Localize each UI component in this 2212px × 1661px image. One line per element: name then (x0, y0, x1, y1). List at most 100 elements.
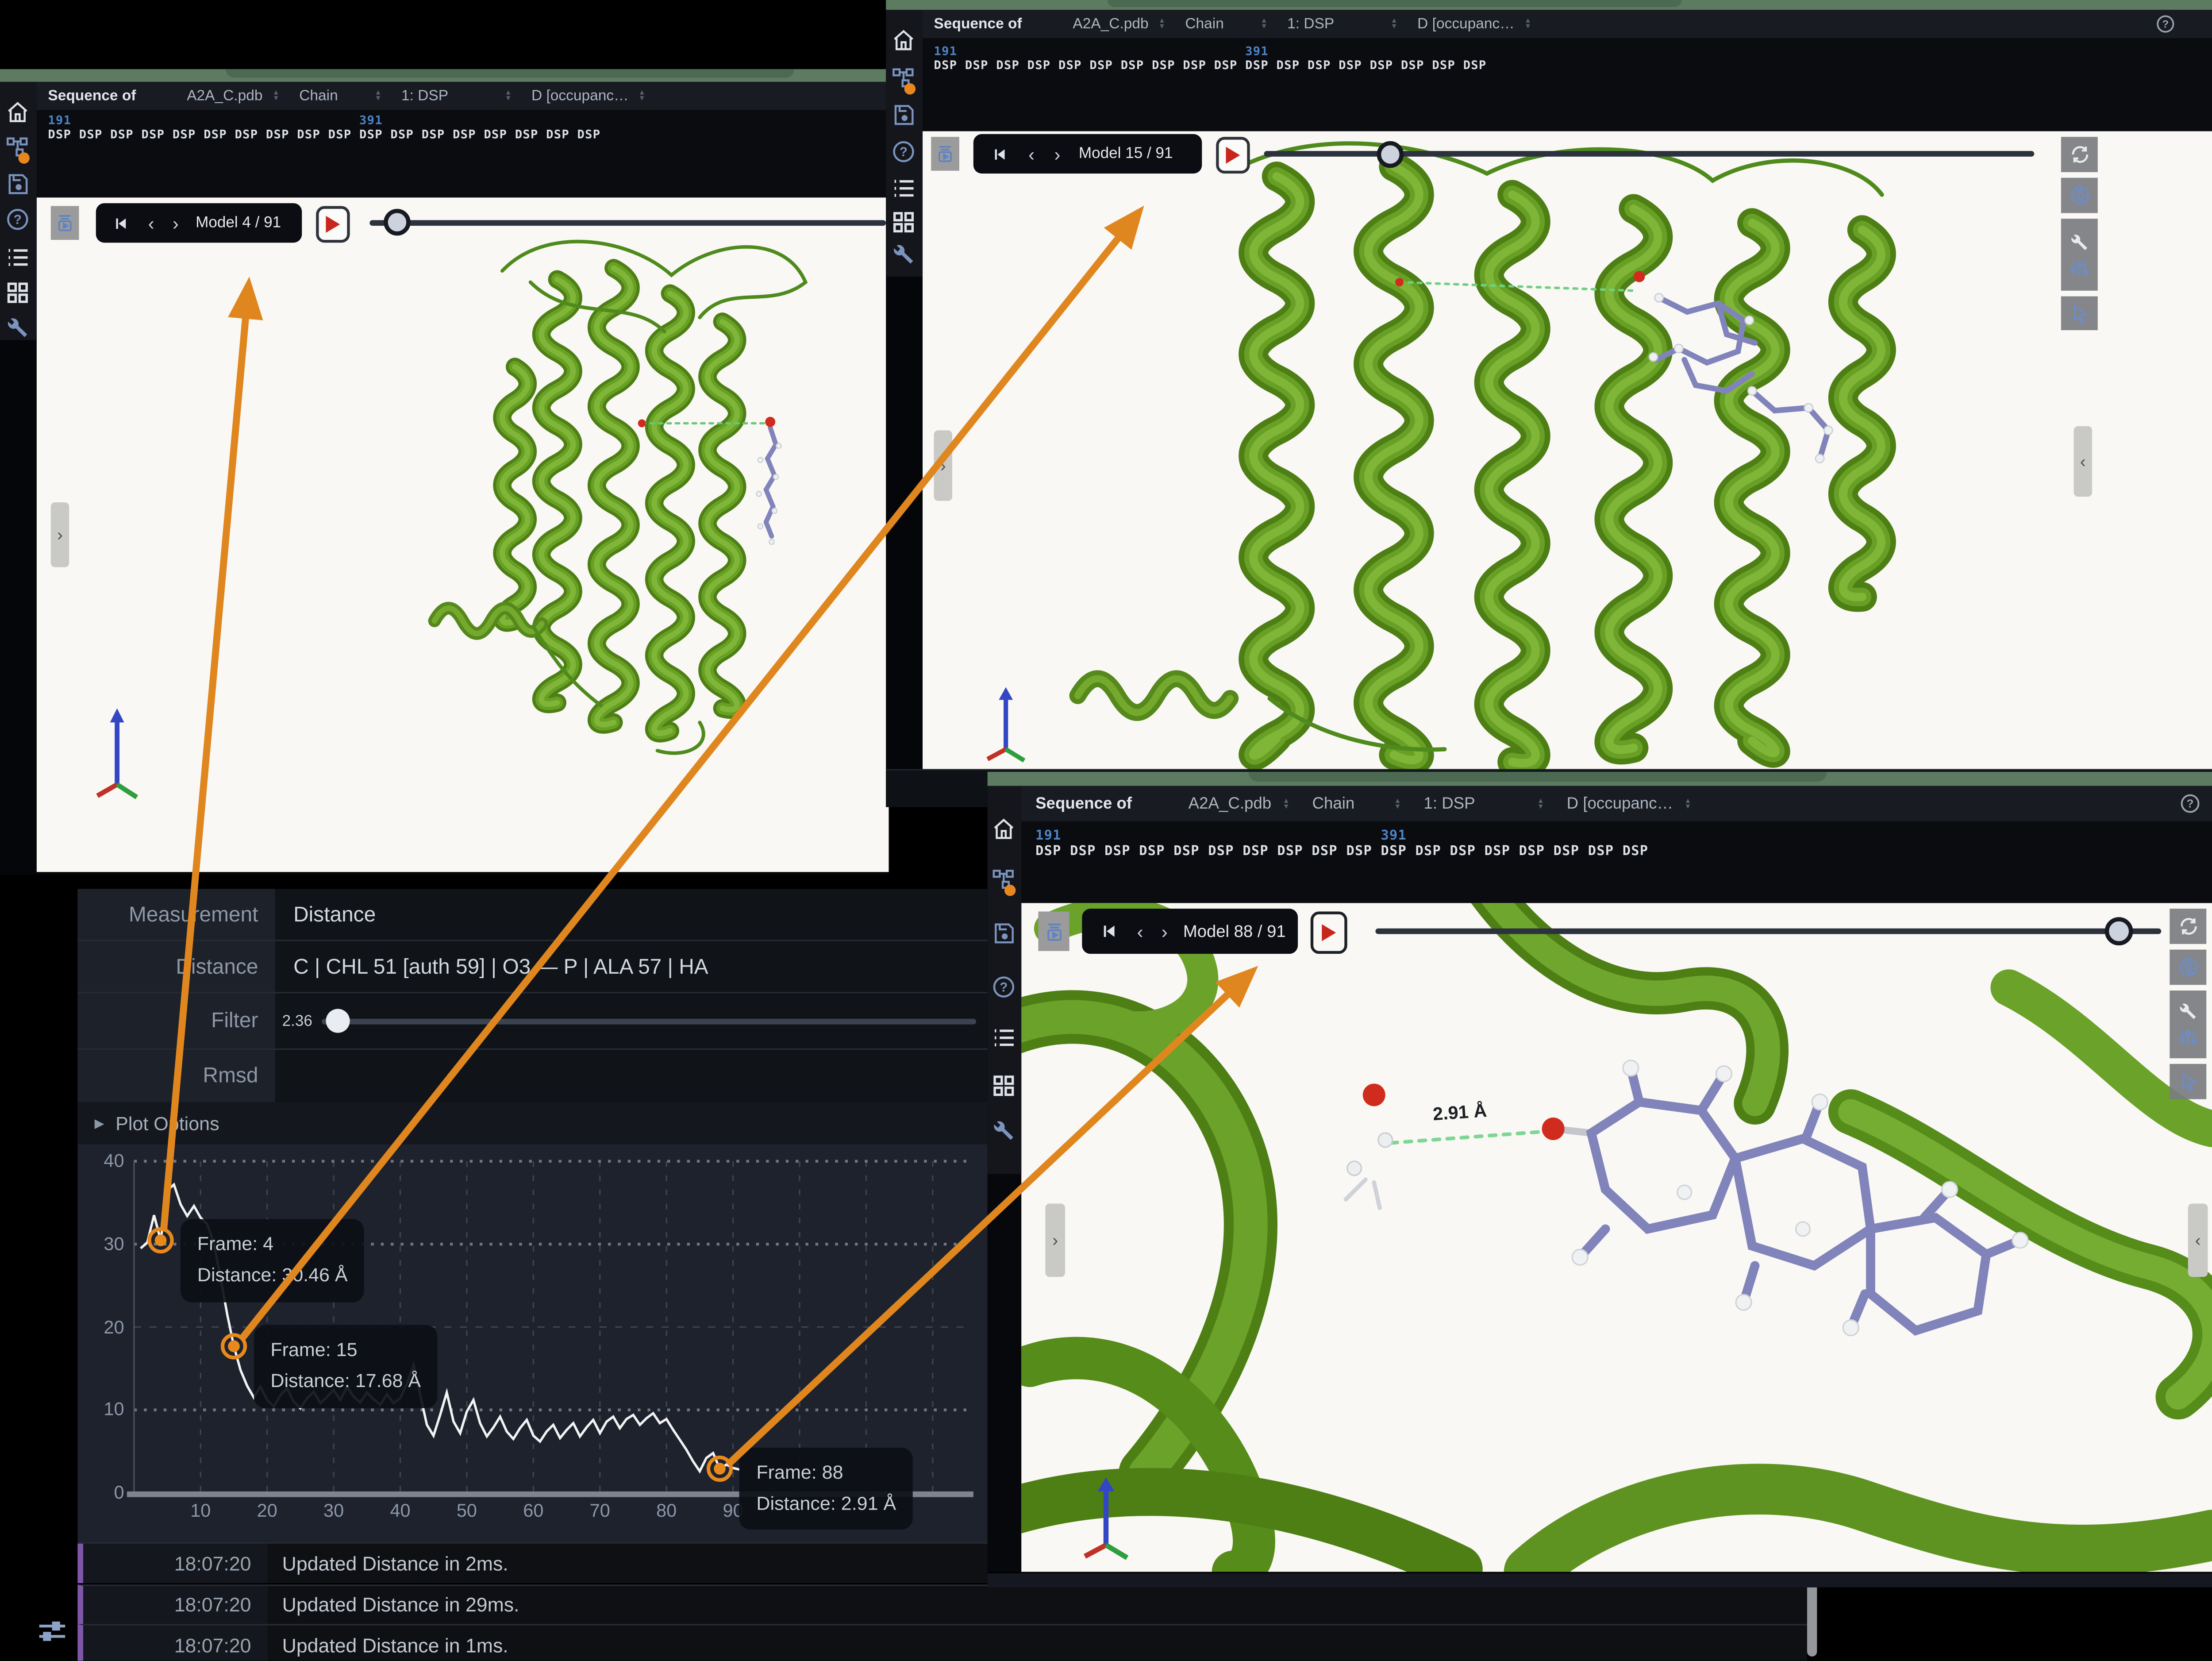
sort-arrows-icon[interactable]: ▲▼ (1537, 798, 1544, 809)
play-button[interactable] (1216, 137, 1250, 173)
next-model-button[interactable]: › (1054, 145, 1061, 163)
animation-menu-button[interactable] (931, 137, 959, 171)
save-session-icon[interactable] (892, 103, 916, 127)
layout-grid-icon[interactable] (892, 210, 916, 234)
sort-arrows-icon[interactable]: ▲▼ (1261, 18, 1268, 30)
collapse-panel-chevron[interactable]: › (51, 502, 69, 567)
measurement-type-value[interactable]: Distance (293, 902, 376, 926)
entity-select[interactable]: 1: DSP (1423, 795, 1475, 812)
axes-gizmo[interactable] (90, 703, 147, 802)
sort-arrows-icon[interactable]: ▲▼ (1394, 798, 1401, 809)
skip-to-first-icon[interactable] (992, 146, 1007, 162)
log-list-icon[interactable] (892, 177, 916, 200)
operator-select[interactable]: D [occupanc… (531, 88, 629, 104)
next-model-button[interactable]: › (1162, 922, 1168, 940)
save-session-icon[interactable] (992, 921, 1016, 945)
help-circle-icon[interactable] (2155, 14, 2175, 34)
layout-grid-icon[interactable] (6, 281, 30, 304)
reset-camera-button[interactable] (2170, 909, 2206, 944)
operator-select[interactable]: D [occupanc… (1417, 15, 1515, 32)
selection-mode-button[interactable] (2170, 1064, 2206, 1099)
controls-button[interactable] (2061, 219, 2098, 291)
sort-arrows-icon[interactable]: ▲▼ (1524, 18, 1531, 30)
structure-select[interactable]: A2A_C.pdb (187, 88, 262, 104)
sort-arrows-icon[interactable]: ▲▼ (273, 90, 280, 102)
help-icon[interactable] (6, 208, 30, 231)
window-model15-sequence-panel[interactable]: 191 391 DSP DSP DSP DSP DSP DSP DSP DSP … (923, 38, 2212, 131)
help-icon[interactable] (892, 140, 916, 164)
filters-sliders-icon[interactable] (37, 1617, 68, 1648)
structure-select[interactable]: A2A_C.pdb (1189, 795, 1272, 812)
sort-arrows-icon[interactable]: ▲▼ (639, 90, 646, 102)
distance-atoms-value: C | CHL 51 [auth 59] | O3 — P | ALA 57 |… (293, 955, 708, 979)
model-slider-track[interactable] (1375, 929, 2161, 934)
reset-camera-button[interactable] (2061, 137, 2098, 172)
sort-arrows-icon[interactable]: ▲▼ (505, 90, 512, 102)
entity-select[interactable]: 1: DSP (401, 88, 448, 104)
collapse-panel-chevron[interactable]: ‹ (2074, 426, 2092, 497)
sequence-residues[interactable]: DSP DSP DSP DSP DSP DSP DSP DSP DSP DSP … (48, 128, 600, 143)
model-slider-track[interactable] (369, 220, 886, 226)
next-model-button[interactable]: › (173, 214, 179, 232)
chain-select[interactable]: Chain (299, 88, 338, 104)
sequence-residues[interactable]: DSP DSP DSP DSP DSP DSP DSP DSP DSP DSP … (934, 59, 1487, 73)
filter-slider-handle[interactable] (326, 1009, 350, 1033)
screenshot-button[interactable] (2170, 950, 2206, 985)
previous-model-button[interactable]: ‹ (1028, 145, 1035, 163)
layout-grid-icon[interactable] (992, 1074, 1016, 1098)
log-list-icon[interactable] (992, 1026, 1016, 1050)
home-icon[interactable] (992, 817, 1016, 841)
wrench-icon[interactable] (992, 1119, 1016, 1143)
filter-slider-track[interactable] (322, 1019, 976, 1025)
structure-select[interactable]: A2A_C.pdb (1073, 15, 1148, 32)
sequence-residues[interactable]: DSP DSP DSP DSP DSP DSP DSP DSP DSP DSP … (1035, 844, 1648, 859)
window-model88-sequence-panel[interactable]: 191 391 DSP DSP DSP DSP DSP DSP DSP DSP … (1021, 821, 2212, 903)
log-list-icon[interactable] (6, 246, 30, 270)
window-model88-sidebar (988, 786, 1022, 1174)
entity-select[interactable]: 1: DSP (1287, 15, 1334, 32)
help-circle-icon[interactable] (2180, 793, 2201, 814)
help-icon[interactable] (992, 975, 1016, 999)
sort-arrows-icon[interactable]: ▲▼ (375, 90, 382, 102)
model-slider-handle[interactable] (1377, 141, 1404, 168)
collapse-panel-chevron[interactable]: › (1045, 1203, 1065, 1277)
wrench-icon[interactable] (6, 316, 30, 340)
screenshot-button[interactable] (2061, 178, 2098, 213)
play-button[interactable] (1311, 912, 1347, 954)
home-icon[interactable] (6, 100, 30, 124)
selection-mode-button[interactable] (2061, 297, 2098, 331)
sort-arrows-icon[interactable]: ▲▼ (1283, 798, 1290, 809)
skip-to-first-icon[interactable] (113, 215, 128, 231)
collapse-panel-chevron[interactable]: › (934, 430, 952, 501)
log-scrollbar-thumb[interactable] (1807, 1580, 1817, 1657)
previous-model-button[interactable]: ‹ (148, 214, 154, 232)
sort-arrows-icon[interactable]: ▲▼ (1391, 18, 1398, 30)
window-model4-viewport[interactable] (37, 197, 889, 872)
plot-options-toggle[interactable]: ▶ Plot Options (77, 1102, 987, 1145)
chain-select[interactable]: Chain (1312, 795, 1355, 812)
window-model88-viewport[interactable]: 2.91 Å (1021, 903, 2212, 1572)
sort-arrows-icon[interactable]: ▲▼ (1158, 18, 1166, 30)
home-icon[interactable] (892, 28, 916, 52)
play-button[interactable] (316, 206, 350, 243)
collapse-panel-chevron[interactable]: ‹ (2188, 1203, 2208, 1277)
animation-menu-button[interactable] (1038, 912, 1069, 951)
wrench-icon[interactable] (892, 243, 916, 266)
window-model4-sequence-panel[interactable]: 191 391 DSP DSP DSP DSP DSP DSP DSP DSP … (37, 110, 889, 198)
axes-gizmo[interactable] (979, 684, 1036, 763)
window-model15-viewport[interactable] (923, 131, 2212, 769)
skip-to-first-icon[interactable] (1100, 923, 1117, 940)
model-slider-handle[interactable] (384, 209, 411, 236)
previous-model-button[interactable]: ‹ (1137, 922, 1143, 940)
axes-gizmo[interactable] (1078, 1475, 1140, 1562)
operator-select[interactable]: D [occupanc… (1567, 795, 1673, 812)
save-session-icon[interactable] (6, 172, 30, 196)
model-stepper-model4: ‹ › Model 4 / 91 (96, 203, 302, 243)
chain-select[interactable]: Chain (1185, 15, 1223, 32)
y-tick-label: 40 (85, 1150, 124, 1171)
window-model15-titlebar-tab (1108, 0, 1682, 7)
animation-menu-button[interactable] (51, 206, 79, 240)
model-slider-handle[interactable] (2105, 917, 2133, 945)
sort-arrows-icon[interactable]: ▲▼ (1685, 798, 1692, 809)
controls-button[interactable] (2170, 990, 2206, 1058)
